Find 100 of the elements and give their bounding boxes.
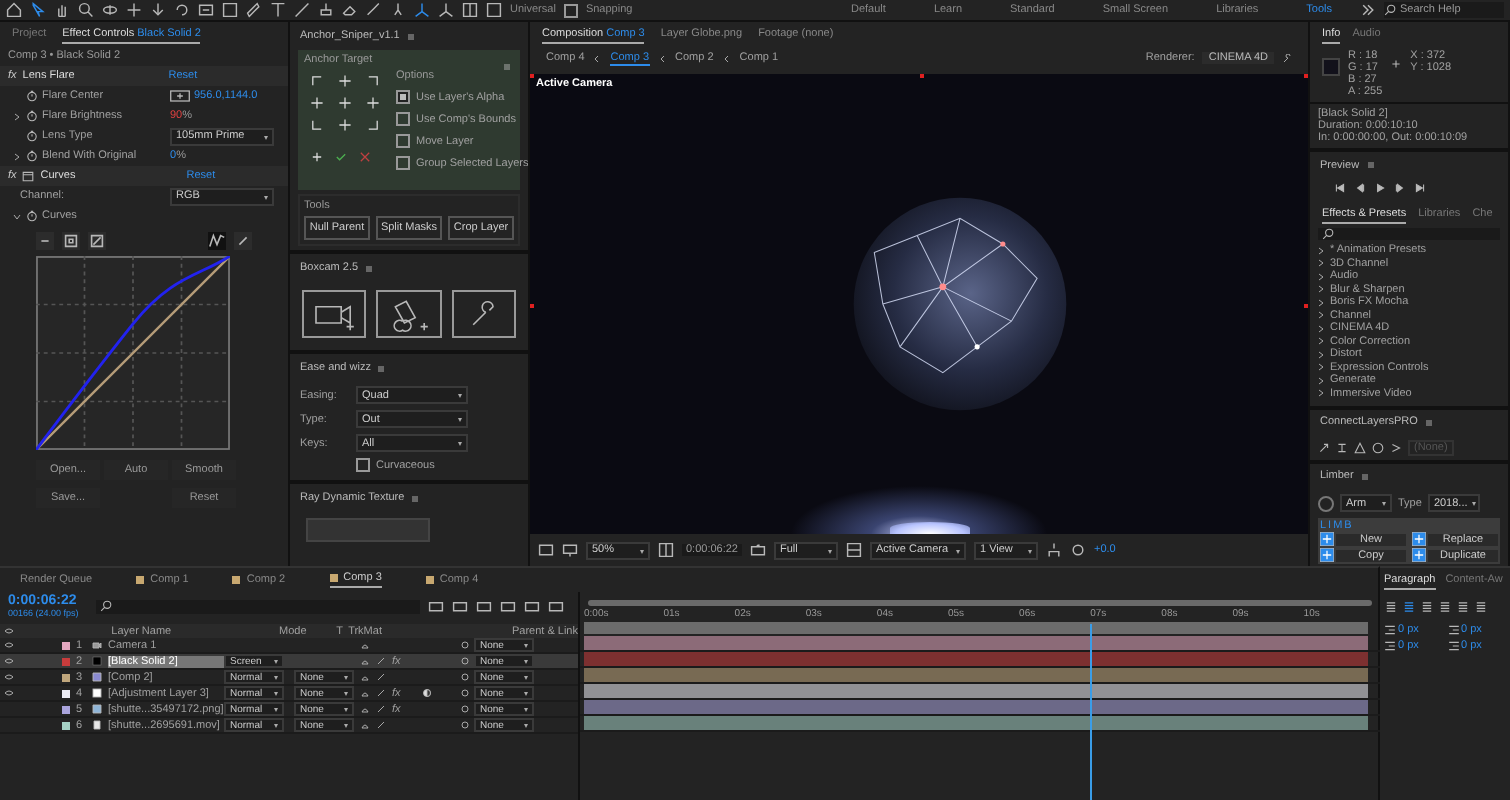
layer-handle[interactable] [919, 74, 923, 78]
stopwatch-icon[interactable] [26, 110, 38, 122]
align-icon[interactable] [1420, 600, 1434, 614]
label-swatch[interactable] [62, 689, 70, 697]
rectangle-icon[interactable] [222, 2, 238, 18]
anchor-point-icon[interactable] [310, 118, 324, 132]
selection-arrow-icon[interactable] [30, 2, 46, 18]
next-frame-icon[interactable] [1394, 182, 1406, 195]
twirl-icon[interactable] [12, 211, 22, 221]
pen-icon[interactable] [246, 2, 262, 18]
adjustment-layer-icon[interactable] [422, 688, 433, 698]
last-frame-icon[interactable] [1414, 182, 1426, 195]
label-swatch[interactable] [62, 641, 70, 649]
menu-icon[interactable] [1365, 160, 1376, 171]
rotate-icon[interactable] [174, 2, 190, 18]
flowchart-icon[interactable] [1046, 542, 1062, 558]
type-icon[interactable] [270, 2, 286, 18]
limb-toggle[interactable] [1318, 495, 1334, 512]
pan-behind-icon[interactable] [150, 2, 166, 18]
puppet-pin-icon[interactable] [390, 2, 406, 18]
layer-handle[interactable] [1304, 304, 1308, 308]
roto-brush-icon[interactable] [366, 2, 382, 18]
anchor-point-icon[interactable] [366, 96, 380, 110]
twirl-icon[interactable] [12, 111, 22, 121]
more-icon[interactable] [1360, 2, 1376, 18]
hand-icon[interactable] [54, 2, 70, 18]
label-swatch[interactable] [62, 657, 70, 665]
align-icon[interactable] [1474, 600, 1488, 614]
anchor-point-icon[interactable] [366, 118, 380, 132]
label-swatch[interactable] [62, 673, 70, 681]
limb-action-icon[interactable] [1412, 548, 1426, 563]
move-icon[interactable] [126, 2, 142, 18]
layer-handle[interactable] [530, 304, 534, 308]
play-icon[interactable] [1374, 182, 1386, 195]
brush-icon[interactable] [294, 2, 310, 18]
plus-icon[interactable] [310, 150, 324, 164]
wrench-icon[interactable] [1282, 53, 1292, 63]
clone-stamp-icon[interactable] [318, 2, 334, 18]
label-swatch[interactable] [62, 705, 70, 713]
stopwatch-icon[interactable] [26, 90, 38, 102]
align-icon[interactable] [1456, 600, 1470, 614]
anchor-point-icon[interactable] [338, 118, 352, 132]
align-icon[interactable] [1384, 600, 1398, 614]
align-icon[interactable] [1438, 600, 1452, 614]
add-camera-rig-button[interactable] [376, 290, 442, 338]
axis-icon[interactable] [414, 2, 430, 18]
layer-handle[interactable] [530, 74, 534, 78]
home-icon[interactable] [6, 2, 22, 18]
monitor-icon[interactable] [562, 542, 578, 558]
exposure-icon[interactable] [1070, 542, 1086, 558]
connect-tool-icon[interactable] [1336, 441, 1348, 454]
anchor-point-icon[interactable] [310, 96, 324, 110]
first-frame-icon[interactable] [1334, 182, 1346, 195]
connect-tool-icon[interactable] [1318, 441, 1330, 454]
stopwatch-icon[interactable] [26, 150, 38, 162]
grid-icon[interactable] [658, 542, 674, 558]
pencil-tool-icon[interactable] [234, 232, 252, 250]
add-camera-button[interactable] [302, 290, 367, 338]
menu-icon[interactable] [1423, 417, 1434, 428]
previous-frame-icon[interactable] [1354, 182, 1366, 195]
channel-icon[interactable] [36, 232, 54, 250]
option-checkbox[interactable] [396, 90, 410, 104]
limb-action-icon[interactable] [1320, 532, 1334, 547]
layer-search-field[interactable] [96, 599, 420, 613]
stopwatch-icon[interactable] [26, 130, 38, 142]
camera-icon[interactable] [750, 542, 766, 558]
orbit-camera-icon[interactable] [102, 2, 118, 18]
checkmark-icon[interactable] [334, 150, 348, 164]
zoom-icon[interactable] [78, 2, 94, 18]
option-checkbox[interactable] [396, 112, 410, 126]
anchor-point-icon[interactable] [366, 74, 380, 88]
snapping-checkbox[interactable] [563, 3, 578, 17]
curvaceous-checkbox[interactable] [356, 458, 370, 472]
anchor-point-icon[interactable] [338, 96, 352, 110]
axis-icon[interactable] [438, 2, 454, 18]
effects-search-field[interactable] [1318, 228, 1500, 241]
menu-icon[interactable] [405, 31, 416, 41]
limb-action-icon[interactable] [1412, 532, 1426, 547]
option-checkbox[interactable] [396, 134, 410, 148]
menu-icon[interactable] [364, 263, 375, 273]
menu-icon[interactable] [502, 62, 512, 72]
menu-icon[interactable] [410, 493, 421, 503]
anchor-point-icon[interactable] [338, 74, 352, 88]
twirl-icon[interactable] [12, 151, 22, 161]
anchor-point-icon[interactable] [310, 74, 324, 88]
bezier-tool-icon[interactable] [208, 232, 226, 250]
eraser-icon[interactable] [342, 2, 358, 18]
option-checkbox[interactable] [396, 156, 410, 170]
resize-graph-icon[interactable] [62, 232, 80, 250]
stopwatch-icon[interactable] [26, 210, 38, 222]
expand-graph-icon[interactable] [88, 232, 106, 250]
region-icon[interactable] [538, 542, 554, 558]
crosshair-icon[interactable] [170, 90, 190, 102]
settings-button[interactable] [451, 290, 516, 338]
menu-icon[interactable] [376, 363, 387, 373]
label-swatch[interactable] [62, 721, 70, 729]
layer-handle[interactable] [1304, 74, 1308, 78]
limb-action-icon[interactable] [1320, 548, 1334, 563]
menu-icon[interactable] [1359, 471, 1370, 482]
align-icon[interactable] [1402, 600, 1416, 614]
